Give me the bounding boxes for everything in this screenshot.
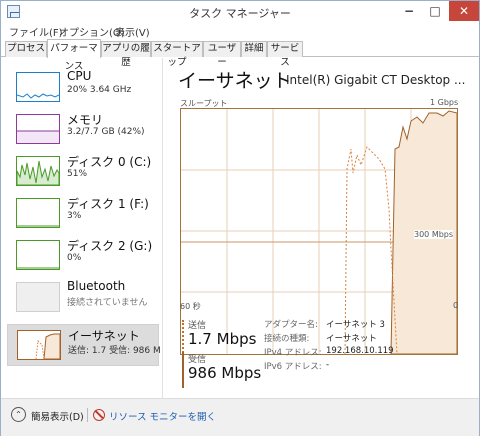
ethernet-thumbnail-graph — [35, 333, 60, 359]
disk-1-value: 3% — [67, 211, 82, 221]
resource-item-bluetooth[interactable]: Bluetooth 接続されていません — [7, 276, 159, 318]
time-end-label: 0 — [453, 301, 459, 310]
detail-panel: イーサネット Intel(R) Gigabit CT Desktop ... ス… — [164, 58, 479, 398]
memory-label: メモリ — [67, 113, 104, 127]
adapter-name-value: イーサネット 3 — [326, 320, 385, 330]
tab-details[interactable]: 詳細 — [241, 41, 267, 57]
tab-startup[interactable]: スタートアップ — [151, 41, 203, 68]
resource-monitor-icon[interactable] — [93, 409, 105, 421]
resource-item-disk-1[interactable]: ディスク 1 (F:) 3% — [7, 192, 159, 234]
resource-monitor-link[interactable]: リソース モニターを開く — [109, 409, 216, 423]
disk-1-label: ディスク 1 (F:) — [67, 197, 149, 211]
tab-services[interactable]: サービス — [267, 41, 303, 68]
ethernet-value: 送信: 1.7 受信: 986 M — [68, 346, 161, 356]
menu-file[interactable]: ファイル(F) — [9, 24, 63, 39]
receive-value: 986 Mbps — [188, 364, 262, 382]
chevron-up-icon: ⌃ — [11, 407, 26, 422]
resource-item-disk-0[interactable]: ディスク 0 (C:) 51% — [7, 150, 159, 192]
disk-0-thumbnail — [16, 156, 60, 186]
detail-title: イーサネット — [178, 70, 292, 92]
menu-view[interactable]: 表示(V) — [115, 24, 150, 39]
send-value: 1.7 Mbps — [188, 330, 257, 348]
memory-thumbnail — [16, 114, 60, 144]
send-stat: 送信 1.7 Mbps — [182, 318, 272, 356]
fewer-details-label: 簡易表示(D) — [31, 412, 84, 423]
disk-0-value: 51% — [67, 169, 88, 179]
disk-0-thumbnail-graph — [17, 160, 59, 185]
disk-1-thumbnail-graph — [17, 225, 59, 227]
title-bar: タスク マネージャー − □ ✕ — [1, 1, 479, 23]
ethernet-thumbnail — [17, 330, 61, 360]
tab-bar: プロセス パフォーマンス アプリの履歴 スタートアップ ユーザー 詳細 サービス — [1, 39, 479, 72]
receive-stat: 受信 986 Mbps — [182, 352, 272, 388]
ipv6-value: - — [326, 360, 330, 370]
bluetooth-thumbnail — [16, 282, 60, 312]
tab-app-history[interactable]: アプリの履歴 — [101, 41, 151, 68]
tab-processes[interactable]: プロセス — [5, 41, 47, 57]
ipv4-value: 192.168.10.119 — [326, 346, 394, 356]
resource-item-memory[interactable]: メモリ 3.2/7.7 GB (42%) — [7, 108, 159, 150]
bluetooth-value: 接続されていません — [67, 298, 148, 308]
disk-2-value: 0% — [67, 253, 82, 263]
send-indicator — [182, 320, 184, 356]
resource-item-cpu[interactable]: CPU 20% 3.64 GHz — [7, 66, 159, 108]
disk-2-thumbnail-graph — [17, 267, 59, 269]
memory-value: 3.2/7.7 GB (42%) — [67, 127, 145, 137]
ipv4-label: IPv4 アドレス: — [264, 348, 322, 358]
mid-scale-label: 300 Mbps — [414, 230, 454, 239]
disk-0-label: ディスク 0 (C:) — [67, 155, 152, 169]
task-manager-window: タスク マネージャー − □ ✕ ファイル(F) オプション(O) 表示(V) … — [0, 0, 480, 436]
cpu-thumbnail — [16, 72, 60, 102]
close-button[interactable]: ✕ — [449, 1, 479, 21]
ipv6-label: IPv6 アドレス: — [264, 362, 322, 372]
bluetooth-label: Bluetooth — [67, 279, 126, 293]
disk-1-thumbnail — [16, 198, 60, 228]
footer-bar: ⌃ 簡易表示(D) リソース モニターを開く — [1, 398, 479, 436]
ethernet-label: イーサネット — [68, 329, 140, 343]
resource-item-disk-2[interactable]: ディスク 2 (G:) 0% — [7, 234, 159, 276]
resource-item-ethernet[interactable]: イーサネット 送信: 1.7 受信: 986 M — [7, 324, 161, 366]
cpu-label: CPU — [67, 69, 92, 83]
tab-performance[interactable]: パフォーマンス — [47, 39, 101, 72]
disk-2-thumbnail — [16, 240, 60, 270]
disk-2-label: ディスク 2 (G:) — [67, 239, 153, 253]
maximize-button[interactable]: □ — [423, 1, 447, 21]
cpu-value: 20% 3.64 GHz — [67, 85, 132, 95]
adapter-name-label: アダプター名: — [264, 320, 318, 330]
receive-indicator — [182, 352, 184, 388]
connection-type-label: 接続の種類: — [264, 334, 310, 344]
connection-type-value: イーサネット — [326, 334, 377, 344]
time-start-label: 60 秒 — [180, 302, 201, 311]
menu-bar: ファイル(F) オプション(O) 表示(V) — [1, 23, 479, 39]
footer-divider — [87, 408, 88, 422]
resource-list: CPU 20% 3.64 GHz メモリ 3.2/7.7 GB (42%) ディ… — [1, 58, 163, 398]
memory-thumbnail-graph — [17, 130, 59, 143]
tab-users[interactable]: ユーザー — [203, 41, 241, 68]
minimize-button[interactable]: − — [397, 1, 421, 21]
adapter-model: Intel(R) Gigabit CT Desktop ... — [286, 73, 466, 87]
cpu-thumbnail-graph — [17, 93, 59, 99]
max-scale-label: 1 Gbps — [430, 98, 459, 107]
